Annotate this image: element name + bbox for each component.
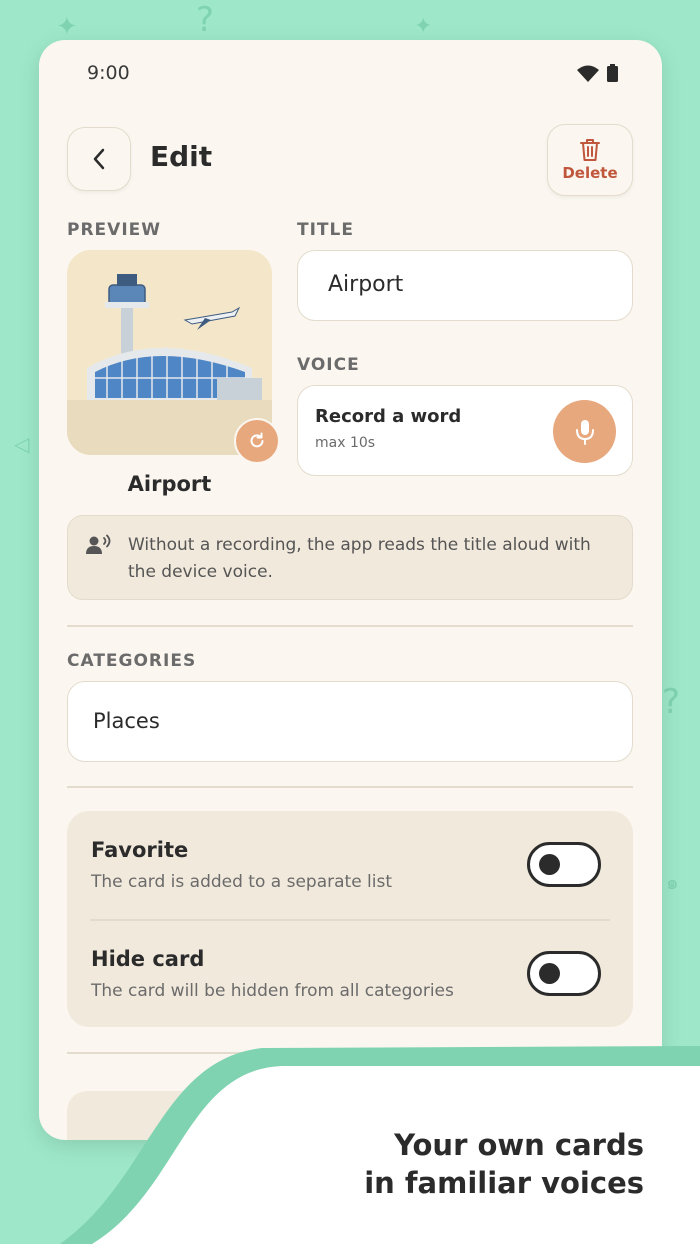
- hide-card-title: Hide card: [91, 947, 205, 971]
- status-icons: [577, 64, 618, 82]
- record-button[interactable]: [553, 400, 616, 463]
- preview-caption: Airport: [127, 472, 212, 496]
- toggle-knob: [539, 854, 560, 875]
- info-text: Without a recording, the app reads the t…: [128, 535, 591, 582]
- categories-label: CATEGORIES: [67, 651, 197, 671]
- voice-recorder[interactable]: Record a word max 10s: [297, 385, 633, 476]
- status-time: 9:00: [87, 62, 130, 84]
- hide-card-subtitle: The card will be hidden from all categor…: [91, 981, 454, 1001]
- tagline-line-2: in familiar voices: [364, 1166, 644, 1200]
- preview-label: PREVIEW: [67, 220, 162, 240]
- favorite-row: Favorite The card is added to a separate…: [67, 811, 633, 921]
- tagline-line-1: Your own cards: [394, 1128, 644, 1162]
- speaking-person-icon: [86, 534, 111, 554]
- back-button[interactable]: [67, 127, 131, 191]
- favorite-toggle[interactable]: [527, 842, 601, 887]
- voice-title: Record a word: [315, 406, 462, 427]
- title-label: TITLE: [297, 220, 354, 240]
- hide-card-row: Hide card The card will be hidden from a…: [67, 919, 633, 1027]
- favorite-title: Favorite: [91, 838, 189, 862]
- swirl-decoration-icon: ๑: [666, 870, 679, 894]
- divider: [67, 625, 633, 627]
- delete-button[interactable]: Delete: [547, 124, 633, 196]
- divider: [67, 786, 633, 788]
- trash-icon: [580, 139, 600, 161]
- categories-select[interactable]: Places: [67, 681, 633, 762]
- sparkle-decoration-icon: ✦: [414, 14, 433, 39]
- toggle-group: Favorite The card is added to a separate…: [67, 811, 633, 1027]
- question-decoration-icon: ?: [662, 682, 681, 722]
- regenerate-image-button[interactable]: [234, 418, 280, 464]
- hide-card-toggle[interactable]: [527, 951, 601, 996]
- voice-label: VOICE: [297, 355, 360, 375]
- phone-screen: 9:00 Edit Delete PREVIEW Airport TITLE A…: [39, 40, 662, 1140]
- favorite-subtitle: The card is added to a separate list: [91, 872, 393, 892]
- toggle-knob: [539, 963, 560, 984]
- info-box: Without a recording, the app reads the t…: [67, 515, 633, 600]
- voice-subtitle: max 10s: [315, 435, 376, 451]
- refresh-icon: [250, 432, 264, 448]
- page-title: Edit: [150, 140, 213, 173]
- chevron-left-icon: [93, 148, 105, 170]
- wifi-icon: [577, 65, 599, 82]
- promo-tagline: Your own cards in familiar voices: [364, 1126, 644, 1202]
- title-input[interactable]: Airport: [297, 250, 633, 321]
- sparkle-decoration-icon: ✦: [56, 12, 78, 42]
- question-decoration-icon: ?: [196, 0, 215, 40]
- delete-label: Delete: [562, 164, 618, 182]
- battery-icon: [607, 64, 618, 82]
- triangle-decoration-icon: ◁: [14, 432, 30, 456]
- microphone-icon: [575, 419, 594, 445]
